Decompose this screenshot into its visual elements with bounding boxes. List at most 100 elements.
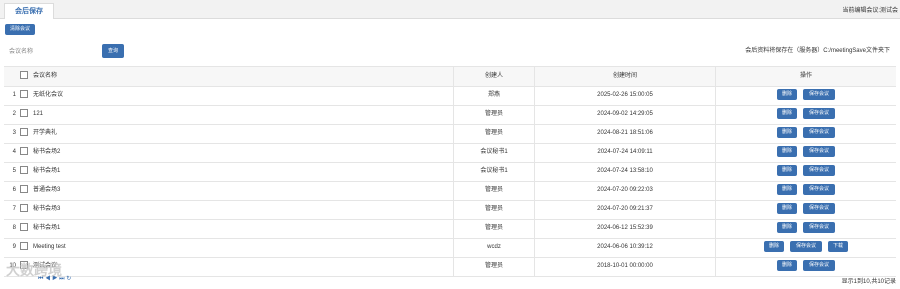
- operations-cell: 删除 保存会议: [716, 143, 896, 162]
- table-row[interactable]: 8 秘书会场1 管理员 2024-06-12 15:52:39 删除 保存会议: [4, 219, 896, 239]
- clear-meeting-button[interactable]: 清除会议: [5, 24, 35, 35]
- delete-button[interactable]: 删除: [777, 164, 797, 176]
- operations-cell: 删除 保存会议 下载: [716, 238, 896, 257]
- meeting-name-cell: 秘书会场1: [33, 162, 454, 181]
- download-button[interactable]: 下载: [828, 240, 848, 252]
- delete-button[interactable]: 删除: [777, 88, 797, 100]
- row-checkbox[interactable]: [20, 238, 30, 257]
- row-checkbox[interactable]: [20, 219, 30, 238]
- created-time-cell: 2024-07-24 13:58:10: [535, 162, 716, 181]
- delete-button[interactable]: 删除: [777, 126, 797, 138]
- row-number: 4: [12, 149, 16, 155]
- save-meeting-button[interactable]: 保存会议: [803, 202, 835, 214]
- tab-bar: 会后保存 当前编辑会议:测试会: [0, 0, 900, 19]
- meeting-name-cell: 121: [33, 105, 454, 124]
- table-row[interactable]: 4 秘书会场2 会议秘书1 2024-07-24 14:09:11 删除 保存会议: [4, 143, 896, 163]
- created-time-cell: 2024-07-20 09:21:37: [535, 200, 716, 219]
- created-time-cell: 2024-08-21 18:51:06: [535, 124, 716, 143]
- row-checkbox[interactable]: [20, 143, 30, 162]
- row-checkbox[interactable]: [20, 181, 30, 200]
- delete-button[interactable]: 删除: [777, 183, 797, 195]
- creator-cell: 管理员: [454, 181, 535, 200]
- row-checkbox[interactable]: [20, 162, 30, 181]
- save-meeting-button[interactable]: 保存会议: [803, 164, 835, 176]
- meeting-name-cell: 秘书会场3: [33, 200, 454, 219]
- operations-cell: 删除 保存会议: [716, 124, 896, 143]
- row-number: 5: [12, 168, 16, 174]
- select-all-checkbox[interactable]: [20, 67, 30, 86]
- creator-cell: 管理员: [454, 124, 535, 143]
- row-number: 9: [12, 244, 16, 250]
- save-meeting-button[interactable]: 保存会议: [803, 88, 835, 100]
- row-checkbox[interactable]: [20, 86, 30, 105]
- save-location-note: 会后资料将保存在（服务器）C:/meetingSave文件夹下: [745, 48, 890, 54]
- tab-after-meeting-save[interactable]: 会后保存: [4, 3, 54, 19]
- creator-cell: 管理员: [454, 219, 535, 238]
- table-row[interactable]: 7 秘书会场3 管理员 2024-07-20 09:21:37 删除 保存会议: [4, 200, 896, 220]
- row-checkbox[interactable]: [20, 200, 30, 219]
- row-number: 8: [12, 225, 16, 231]
- meeting-name-cell: 秘书会场2: [33, 143, 454, 162]
- creator-cell: wcdz: [454, 238, 535, 257]
- refresh-icon[interactable]: ↻: [66, 276, 71, 282]
- operations-cell: 删除 保存会议: [716, 181, 896, 200]
- created-time-cell: 2024-07-20 09:22:03: [535, 181, 716, 200]
- header-operations: 操作: [799, 73, 812, 79]
- row-number: 7: [12, 206, 16, 212]
- meeting-name-cell: 秘书会场1: [33, 219, 454, 238]
- row-number: 3: [12, 130, 16, 136]
- created-time-cell: 2024-06-06 10:39:12: [535, 238, 716, 257]
- save-meeting-button[interactable]: 保存会议: [803, 107, 835, 119]
- creator-cell: 郑燕: [454, 86, 535, 105]
- save-meeting-button[interactable]: 保存会议: [803, 145, 835, 157]
- table-row[interactable]: 3 开学典礼 管理员 2024-08-21 18:51:06 删除 保存会议: [4, 124, 896, 144]
- watermark-logo: 大数跨境: [6, 262, 62, 278]
- row-number: 2: [12, 111, 16, 117]
- meeting-name-search-input[interactable]: [48, 44, 104, 56]
- pagination-info: 显示1到10,共10记录: [841, 279, 896, 285]
- creator-cell: 管理员: [454, 200, 535, 219]
- table-row[interactable]: 9 Meeting test wcdz 2024-06-06 10:39:12 删除 保存…: [4, 238, 896, 258]
- delete-button[interactable]: 删除: [764, 240, 784, 252]
- table-row[interactable]: 5 秘书会场1 会议秘书1 2024-07-24 13:58:10 删除 保存会议: [4, 162, 896, 182]
- meeting-name-cell: Meeting test: [33, 238, 454, 257]
- created-time-cell: 2024-09-02 14:29:05: [535, 105, 716, 124]
- header-meeting-name: 会议名称: [33, 67, 454, 86]
- created-time-cell: 2024-07-24 14:09:11: [535, 143, 716, 162]
- creator-cell: 管理员: [454, 105, 535, 124]
- header-created-time: 创建时间: [535, 67, 716, 86]
- meeting-name-cell: 普通会场3: [33, 181, 454, 200]
- save-meeting-button[interactable]: 保存会议: [803, 221, 835, 233]
- current-meeting-info: 当前编辑会议:测试会: [842, 8, 898, 14]
- table-row[interactable]: 6 普通会场3 管理员 2024-07-20 09:22:03 删除 保存会议: [4, 181, 896, 201]
- row-checkbox[interactable]: [20, 105, 30, 124]
- delete-button[interactable]: 删除: [777, 145, 797, 157]
- query-button[interactable]: 查询: [102, 44, 124, 58]
- created-time-cell: 2024-06-12 15:52:39: [535, 219, 716, 238]
- row-checkbox[interactable]: [20, 124, 30, 143]
- table-row[interactable]: 1 无纸化会议 郑燕 2025-02-26 15:00:05 删除 保存会议: [4, 86, 896, 106]
- operations-cell: 删除 保存会议: [716, 200, 896, 219]
- table-row[interactable]: 2 121 管理员 2024-09-02 14:29:05 删除 保存会议: [4, 105, 896, 125]
- save-meeting-button[interactable]: 保存会议: [790, 240, 822, 252]
- table-header: 会议名称 创建人 创建时间 操作: [4, 66, 896, 87]
- row-number: 1: [12, 92, 16, 98]
- save-meeting-button[interactable]: 保存会议: [803, 183, 835, 195]
- operations-cell: 删除 保存会议: [716, 219, 896, 238]
- creator-cell: 会议秘书1: [454, 143, 535, 162]
- delete-button[interactable]: 删除: [777, 107, 797, 119]
- meeting-name-cell: 无纸化会议: [33, 86, 454, 105]
- meeting-name-label: 会议名称: [9, 49, 34, 55]
- creator-cell: 会议秘书1: [454, 162, 535, 181]
- meeting-name-cell: 开学典礼: [33, 124, 454, 143]
- operations-cell: 删除 保存会议: [716, 162, 896, 181]
- row-number: 6: [12, 187, 16, 193]
- pagination: ⏮ ◀ ▶ ⏭ ↻ 显示1到10,共10记录: [0, 270, 900, 289]
- operations-cell: 删除 保存会议: [716, 105, 896, 124]
- delete-button[interactable]: 删除: [777, 221, 797, 233]
- delete-button[interactable]: 删除: [777, 202, 797, 214]
- created-time-cell: 2025-02-26 15:00:05: [535, 86, 716, 105]
- operations-cell: 删除 保存会议: [716, 86, 896, 105]
- header-creator: 创建人: [454, 67, 535, 86]
- save-meeting-button[interactable]: 保存会议: [803, 126, 835, 138]
